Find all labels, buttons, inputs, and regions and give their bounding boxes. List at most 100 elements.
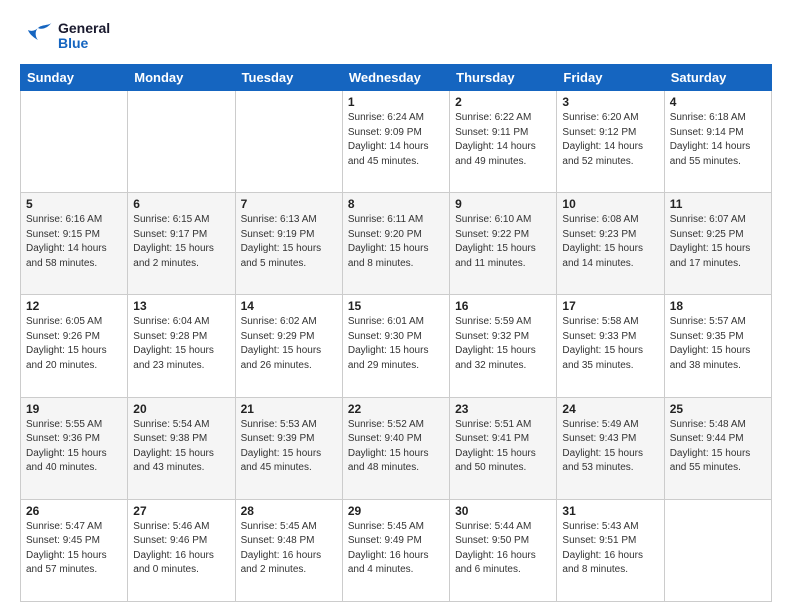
weekday-monday: Monday xyxy=(128,65,235,91)
calendar-cell: 3 Sunrise: 6:20 AMSunset: 9:12 PMDaylight… xyxy=(557,91,664,193)
cell-info: Sunrise: 5:52 AMSunset: 9:40 PMDaylight:… xyxy=(348,418,444,476)
calendar-cell: 22 Sunrise: 5:52 AMSunset: 9:40 PMDayligh… xyxy=(342,397,449,499)
day-number: 3 xyxy=(562,95,658,109)
calendar-cell: 24 Sunrise: 5:49 AMSunset: 9:43 PMDayligh… xyxy=(557,397,664,499)
calendar-cell: 16Sunrise: 5:59 AMSunset: 9:32 PMDayligh… xyxy=(450,295,557,397)
calendar-cell: 4 Sunrise: 6:18 AMSunset: 9:14 PMDaylight… xyxy=(664,91,771,193)
calendar-cell: 8 Sunrise: 6:11 AMSunset: 9:20 PMDaylight… xyxy=(342,193,449,295)
day-number: 31 xyxy=(562,504,658,518)
cell-info: Sunrise: 6:05 AMSunset: 9:26 PMDaylight:… xyxy=(26,315,122,373)
page-header: General Blue xyxy=(20,18,772,54)
day-number: 21 xyxy=(241,402,337,416)
calendar-cell: 30Sunrise: 5:44 AMSunset: 9:50 PMDayligh… xyxy=(450,499,557,601)
calendar-cell: 19 Sunrise: 5:55 AMSunset: 9:36 PMDayligh… xyxy=(21,397,128,499)
calendar-cell: 27 Sunrise: 5:46 AMSunset: 9:46 PMDayligh… xyxy=(128,499,235,601)
cell-info: Sunrise: 5:54 AMSunset: 9:38 PMDaylight:… xyxy=(133,418,229,476)
weekday-friday: Friday xyxy=(557,65,664,91)
cell-info: Sunrise: 6:15 AMSunset: 9:17 PMDaylight:… xyxy=(133,213,229,271)
cell-info: Sunrise: 6:24 AMSunset: 9:09 PMDaylight:… xyxy=(348,111,444,169)
cell-info: Sunrise: 5:45 AMSunset: 9:49 PMDaylight:… xyxy=(348,520,444,578)
cell-info: Sunrise: 5:59 AMSunset: 9:32 PMDaylight:… xyxy=(455,315,551,373)
weekday-thursday: Thursday xyxy=(450,65,557,91)
week-row-2: 5Sunrise: 6:16 AMSunset: 9:15 PMDaylight… xyxy=(21,193,772,295)
calendar-cell: 20Sunrise: 5:54 AMSunset: 9:38 PMDayligh… xyxy=(128,397,235,499)
day-number: 18 xyxy=(670,299,766,313)
logo-svg: General Blue xyxy=(20,18,110,54)
calendar-cell: 1 Sunrise: 6:24 AMSunset: 9:09 PMDaylight… xyxy=(342,91,449,193)
day-number: 22 xyxy=(348,402,444,416)
calendar-cell: 11 Sunrise: 6:07 AMSunset: 9:25 PMDayligh… xyxy=(664,193,771,295)
day-number: 8 xyxy=(348,197,444,211)
day-number: 29 xyxy=(348,504,444,518)
calendar-cell: 17 Sunrise: 5:58 AMSunset: 9:33 PMDayligh… xyxy=(557,295,664,397)
cell-info: Sunrise: 6:07 AMSunset: 9:25 PMDaylight:… xyxy=(670,213,766,271)
cell-info: Sunrise: 6:16 AMSunset: 9:15 PMDaylight:… xyxy=(26,213,122,271)
cell-info: Sunrise: 5:49 AMSunset: 9:43 PMDaylight:… xyxy=(562,418,658,476)
calendar-cell: 7Sunrise: 6:13 AMSunset: 9:19 PMDaylight… xyxy=(235,193,342,295)
cell-info: Sunrise: 5:45 AMSunset: 9:48 PMDaylight:… xyxy=(241,520,337,578)
calendar-cell xyxy=(664,499,771,601)
week-row-1: 1 Sunrise: 6:24 AMSunset: 9:09 PMDaylight… xyxy=(21,91,772,193)
logo-general: General xyxy=(58,21,110,36)
weekday-header: SundayMondayTuesdayWednesdayThursdayFrid… xyxy=(21,65,772,91)
day-number: 25 xyxy=(670,402,766,416)
calendar-body: 1 Sunrise: 6:24 AMSunset: 9:09 PMDaylight… xyxy=(21,91,772,602)
week-row-3: 12 Sunrise: 6:05 AMSunset: 9:26 PMDayligh… xyxy=(21,295,772,397)
day-number: 1 xyxy=(348,95,444,109)
day-number: 15 xyxy=(348,299,444,313)
calendar-cell: 28 Sunrise: 5:45 AMSunset: 9:48 PMDayligh… xyxy=(235,499,342,601)
logo-bird-icon xyxy=(20,18,56,54)
cell-info: Sunrise: 5:44 AMSunset: 9:50 PMDaylight:… xyxy=(455,520,551,578)
calendar-cell: 26Sunrise: 5:47 AMSunset: 9:45 PMDayligh… xyxy=(21,499,128,601)
cell-info: Sunrise: 6:08 AMSunset: 9:23 PMDaylight:… xyxy=(562,213,658,271)
cell-info: Sunrise: 5:43 AMSunset: 9:51 PMDaylight:… xyxy=(562,520,658,578)
day-number: 4 xyxy=(670,95,766,109)
cell-info: Sunrise: 6:02 AMSunset: 9:29 PMDaylight:… xyxy=(241,315,337,373)
weekday-saturday: Saturday xyxy=(664,65,771,91)
day-number: 17 xyxy=(562,299,658,313)
calendar-cell: 9Sunrise: 6:10 AMSunset: 9:22 PMDaylight… xyxy=(450,193,557,295)
day-number: 7 xyxy=(241,197,337,211)
logo: General Blue xyxy=(20,18,110,54)
day-number: 27 xyxy=(133,504,229,518)
cell-info: Sunrise: 6:01 AMSunset: 9:30 PMDaylight:… xyxy=(348,315,444,373)
cell-info: Sunrise: 5:53 AMSunset: 9:39 PMDaylight:… xyxy=(241,418,337,476)
day-number: 28 xyxy=(241,504,337,518)
day-number: 11 xyxy=(670,197,766,211)
day-number: 12 xyxy=(26,299,122,313)
calendar-cell xyxy=(128,91,235,193)
calendar-cell xyxy=(235,91,342,193)
cell-info: Sunrise: 6:20 AMSunset: 9:12 PMDaylight:… xyxy=(562,111,658,169)
cell-info: Sunrise: 6:18 AMSunset: 9:14 PMDaylight:… xyxy=(670,111,766,169)
cell-info: Sunrise: 5:55 AMSunset: 9:36 PMDaylight:… xyxy=(26,418,122,476)
cell-info: Sunrise: 5:58 AMSunset: 9:33 PMDaylight:… xyxy=(562,315,658,373)
cell-info: Sunrise: 5:46 AMSunset: 9:46 PMDaylight:… xyxy=(133,520,229,578)
weekday-wednesday: Wednesday xyxy=(342,65,449,91)
calendar-cell: 23 Sunrise: 5:51 AMSunset: 9:41 PMDayligh… xyxy=(450,397,557,499)
calendar-cell: 25 Sunrise: 5:48 AMSunset: 9:44 PMDayligh… xyxy=(664,397,771,499)
calendar-cell: 31 Sunrise: 5:43 AMSunset: 9:51 PMDayligh… xyxy=(557,499,664,601)
calendar-cell: 29 Sunrise: 5:45 AMSunset: 9:49 PMDayligh… xyxy=(342,499,449,601)
cell-info: Sunrise: 5:47 AMSunset: 9:45 PMDaylight:… xyxy=(26,520,122,578)
calendar-cell: 5Sunrise: 6:16 AMSunset: 9:15 PMDaylight… xyxy=(21,193,128,295)
day-number: 10 xyxy=(562,197,658,211)
cell-info: Sunrise: 5:48 AMSunset: 9:44 PMDaylight:… xyxy=(670,418,766,476)
calendar-cell: 12 Sunrise: 6:05 AMSunset: 9:26 PMDayligh… xyxy=(21,295,128,397)
day-number: 13 xyxy=(133,299,229,313)
day-number: 6 xyxy=(133,197,229,211)
calendar-cell: 13Sunrise: 6:04 AMSunset: 9:28 PMDayligh… xyxy=(128,295,235,397)
day-number: 9 xyxy=(455,197,551,211)
cell-info: Sunrise: 5:57 AMSunset: 9:35 PMDaylight:… xyxy=(670,315,766,373)
day-number: 2 xyxy=(455,95,551,109)
day-number: 24 xyxy=(562,402,658,416)
day-number: 19 xyxy=(26,402,122,416)
calendar-cell: 15 Sunrise: 6:01 AMSunset: 9:30 PMDayligh… xyxy=(342,295,449,397)
cell-info: Sunrise: 6:11 AMSunset: 9:20 PMDaylight:… xyxy=(348,213,444,271)
cell-info: Sunrise: 5:51 AMSunset: 9:41 PMDaylight:… xyxy=(455,418,551,476)
week-row-5: 26Sunrise: 5:47 AMSunset: 9:45 PMDayligh… xyxy=(21,499,772,601)
logo-blue: Blue xyxy=(58,36,110,51)
day-number: 23 xyxy=(455,402,551,416)
week-row-4: 19 Sunrise: 5:55 AMSunset: 9:36 PMDayligh… xyxy=(21,397,772,499)
calendar-table: SundayMondayTuesdayWednesdayThursdayFrid… xyxy=(20,64,772,602)
calendar-cell: 2Sunrise: 6:22 AMSunset: 9:11 PMDaylight… xyxy=(450,91,557,193)
